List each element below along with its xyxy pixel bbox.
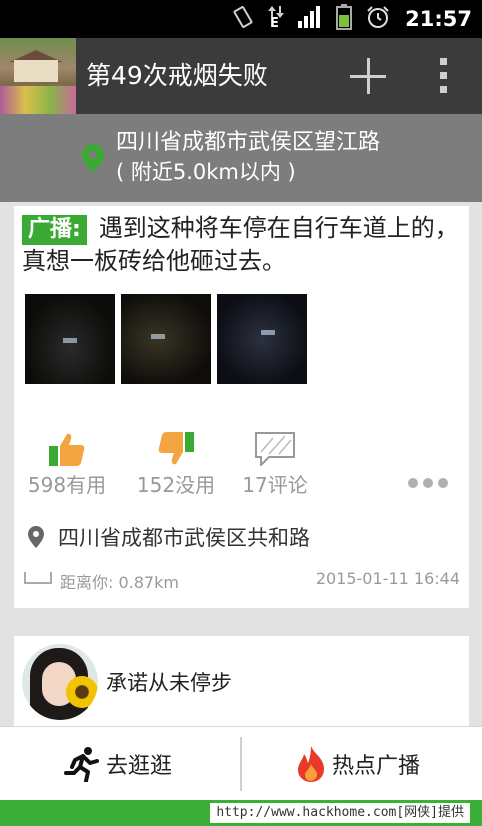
comments-button[interactable]: 17评论: [240, 428, 310, 498]
status-time: 21:57: [405, 7, 472, 31]
distance-ruler-icon: [24, 572, 52, 584]
feed-post-card[interactable]: 广播: 遇到这种将车停在自行车道上的，真想一板砖给他砸过去。 598有用 152没…: [14, 206, 469, 608]
vibrate-icon: [232, 6, 254, 32]
location-banner[interactable]: 四川省成都市武侯区望江路 ( 附近5.0km以内 ): [0, 114, 482, 202]
avatar-flowers: [0, 86, 76, 114]
post-timestamp: 2015-01-11 16:44: [315, 569, 460, 588]
post-photo-1[interactable]: [25, 294, 115, 384]
explore-button[interactable]: 去逛逛: [64, 727, 172, 801]
post-distance: 距离你: 0.87km: [60, 573, 179, 592]
battery-icon: [336, 4, 352, 34]
hot-broadcast-label: 热点广播: [332, 754, 421, 779]
explore-label: 去逛逛: [106, 754, 173, 779]
comments-count: 17评论: [242, 473, 308, 497]
hot-broadcast-button[interactable]: 热点广播: [296, 727, 420, 801]
post-body: 广播: 遇到这种将车停在自行车道上的，真想一板砖给他砸过去。: [22, 212, 462, 278]
running-man-icon: [64, 747, 99, 782]
current-location-address: 四川省成都市武侯区望江路: [116, 130, 381, 155]
status-bar: E 21:57: [0, 0, 482, 38]
network-type-label: E: [270, 16, 279, 31]
post-meta: 距离你: 0.87km 2015-01-11 16:44: [24, 566, 460, 592]
post-text: 遇到这种将车停在自行车道上的，真想一板砖给他砸过去。: [22, 214, 459, 275]
useless-count: 152没用: [136, 473, 216, 497]
useful-count: 598有用: [27, 473, 107, 497]
useless-button[interactable]: 152没用: [130, 428, 222, 498]
avatar[interactable]: [22, 644, 98, 720]
post-photo-3[interactable]: [217, 294, 307, 384]
alarm-icon: [366, 5, 390, 33]
network-arrows-icon: E: [268, 6, 284, 32]
bottom-nav: 去逛逛 热点广播: [0, 726, 482, 801]
comment-icon: [255, 432, 295, 466]
thumbs-up-icon: [49, 433, 85, 466]
search-range: ( 附近5.0km以内 ): [116, 160, 296, 184]
location-pin-icon: [82, 144, 104, 176]
nav-divider: [240, 737, 242, 791]
more-options-icon[interactable]: [408, 478, 448, 488]
page-title: 第49次戒烟失败: [86, 61, 268, 90]
add-icon[interactable]: [348, 56, 388, 96]
post-location-address: 四川省成都市武侯区共和路: [58, 526, 310, 550]
source-credit: http://www.hackhome.com[网侠]提供: [210, 803, 470, 823]
location-pin-icon: [28, 526, 44, 548]
app-avatar-home-button[interactable]: [0, 38, 76, 114]
useful-button[interactable]: 598有用: [22, 428, 112, 498]
feed-list[interactable]: 广播: 遇到这种将车停在自行车道上的，真想一板砖给他砸过去。 598有用 152没…: [0, 202, 482, 726]
thumbs-down-icon: [158, 432, 194, 465]
post-location: 四川省成都市武侯区共和路: [28, 522, 310, 552]
avatar-house: [14, 60, 58, 82]
feed-user-card[interactable]: 承诺从未停步: [14, 636, 469, 726]
footer-bar: http://www.hackhome.com[网侠]提供: [0, 800, 482, 826]
signal-icon: [298, 6, 322, 32]
action-bar: 第49次戒烟失败: [0, 38, 482, 114]
broadcast-tag: 广播:: [22, 215, 87, 245]
user-name: 承诺从未停步: [106, 671, 232, 695]
post-photo-2[interactable]: [121, 294, 211, 384]
overflow-menu-icon[interactable]: [434, 58, 454, 94]
flame-icon: [298, 746, 324, 782]
